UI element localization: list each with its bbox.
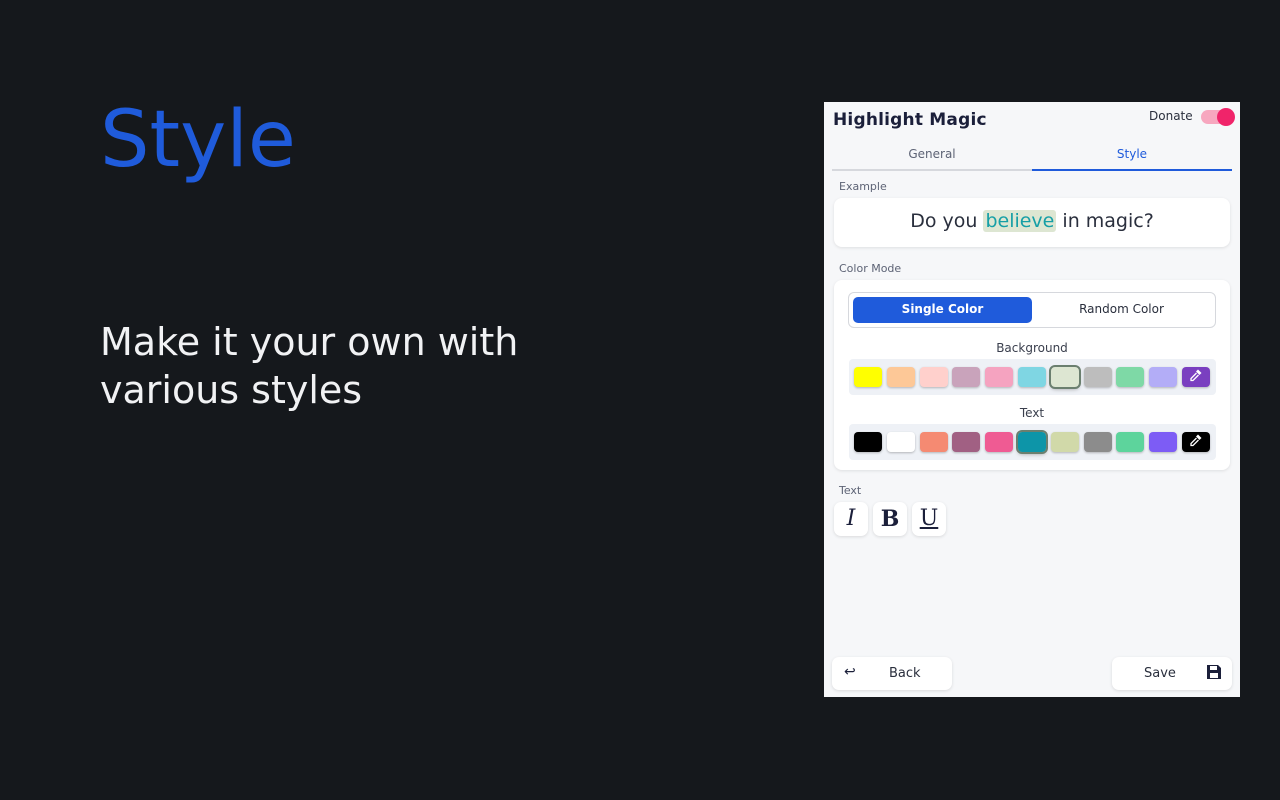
text-eyedropper-button[interactable] (1182, 432, 1210, 452)
hero-subtitle: Make it your own with various styles (100, 320, 519, 412)
back-label: Back (889, 666, 921, 681)
text-swatch[interactable] (985, 432, 1014, 452)
italic-button[interactable]: I (834, 502, 868, 536)
text-swatch[interactable] (854, 432, 882, 452)
text-swatch[interactable] (1083, 432, 1112, 452)
color-mode-label: Color Mode (839, 262, 902, 275)
extension-popup: Highlight Magic Donate General Style Exa… (824, 102, 1240, 697)
background-label: Background (996, 341, 1068, 355)
background-swatch[interactable] (1149, 367, 1178, 387)
text-swatch[interactable] (1016, 430, 1048, 454)
background-swatch[interactable] (1116, 367, 1145, 387)
toggle-knob (1217, 108, 1235, 126)
tab-general[interactable]: General (832, 142, 1032, 169)
text-swatch[interactable] (1149, 432, 1178, 452)
donate-toggle[interactable] (1201, 108, 1235, 126)
back-arrow-icon: ↩ (844, 664, 856, 680)
hero-title: Style (100, 95, 296, 185)
text-swatch-row (849, 424, 1216, 460)
example-highlighted-word: believe (983, 210, 1057, 232)
tab-style[interactable]: Style (1032, 142, 1232, 171)
example-before: Do you (910, 210, 984, 232)
background-swatch[interactable] (886, 367, 915, 387)
background-swatch[interactable] (1018, 367, 1046, 387)
background-swatch[interactable] (919, 367, 948, 387)
bold-button[interactable]: B (873, 502, 907, 536)
background-swatch[interactable] (1083, 367, 1112, 387)
background-swatch-row (849, 359, 1216, 395)
background-swatch[interactable] (985, 367, 1014, 387)
text-style-label: Text (839, 484, 862, 497)
random-color-button[interactable]: Random Color (1032, 297, 1211, 323)
text-swatch[interactable] (919, 432, 948, 452)
back-button[interactable]: ↩ Back (832, 657, 952, 690)
example-card: Do you believe in magic? (834, 198, 1230, 247)
save-label: Save (1144, 666, 1176, 681)
background-eyedropper-button[interactable] (1182, 367, 1210, 387)
text-swatch[interactable] (886, 432, 915, 452)
donate-label[interactable]: Donate (1149, 109, 1193, 123)
eyedropper-icon (1189, 433, 1203, 451)
background-swatch[interactable] (952, 367, 981, 387)
tab-bar: General Style (832, 142, 1232, 171)
text-swatch[interactable] (1116, 432, 1145, 452)
save-icon (1206, 664, 1222, 684)
example-label: Example (839, 180, 887, 193)
text-swatch[interactable] (952, 432, 981, 452)
color-mode-switch: Single Color Random Color (848, 292, 1216, 328)
underline-button[interactable]: U (912, 502, 946, 536)
eyedropper-icon (1189, 368, 1203, 386)
single-color-button[interactable]: Single Color (853, 297, 1032, 323)
popup-header: Highlight Magic Donate (824, 102, 1240, 138)
text-swatch[interactable] (1050, 432, 1079, 452)
color-mode-card: Single Color Random Color Background Tex… (834, 280, 1230, 470)
example-sentence: Do you believe in magic? (834, 210, 1230, 232)
background-swatch[interactable] (854, 367, 882, 387)
example-after: in magic? (1056, 210, 1154, 232)
background-swatch[interactable] (1048, 365, 1081, 389)
text-color-label: Text (1019, 406, 1045, 420)
save-button[interactable]: Save (1112, 657, 1232, 690)
app-title: Highlight Magic (833, 110, 987, 130)
